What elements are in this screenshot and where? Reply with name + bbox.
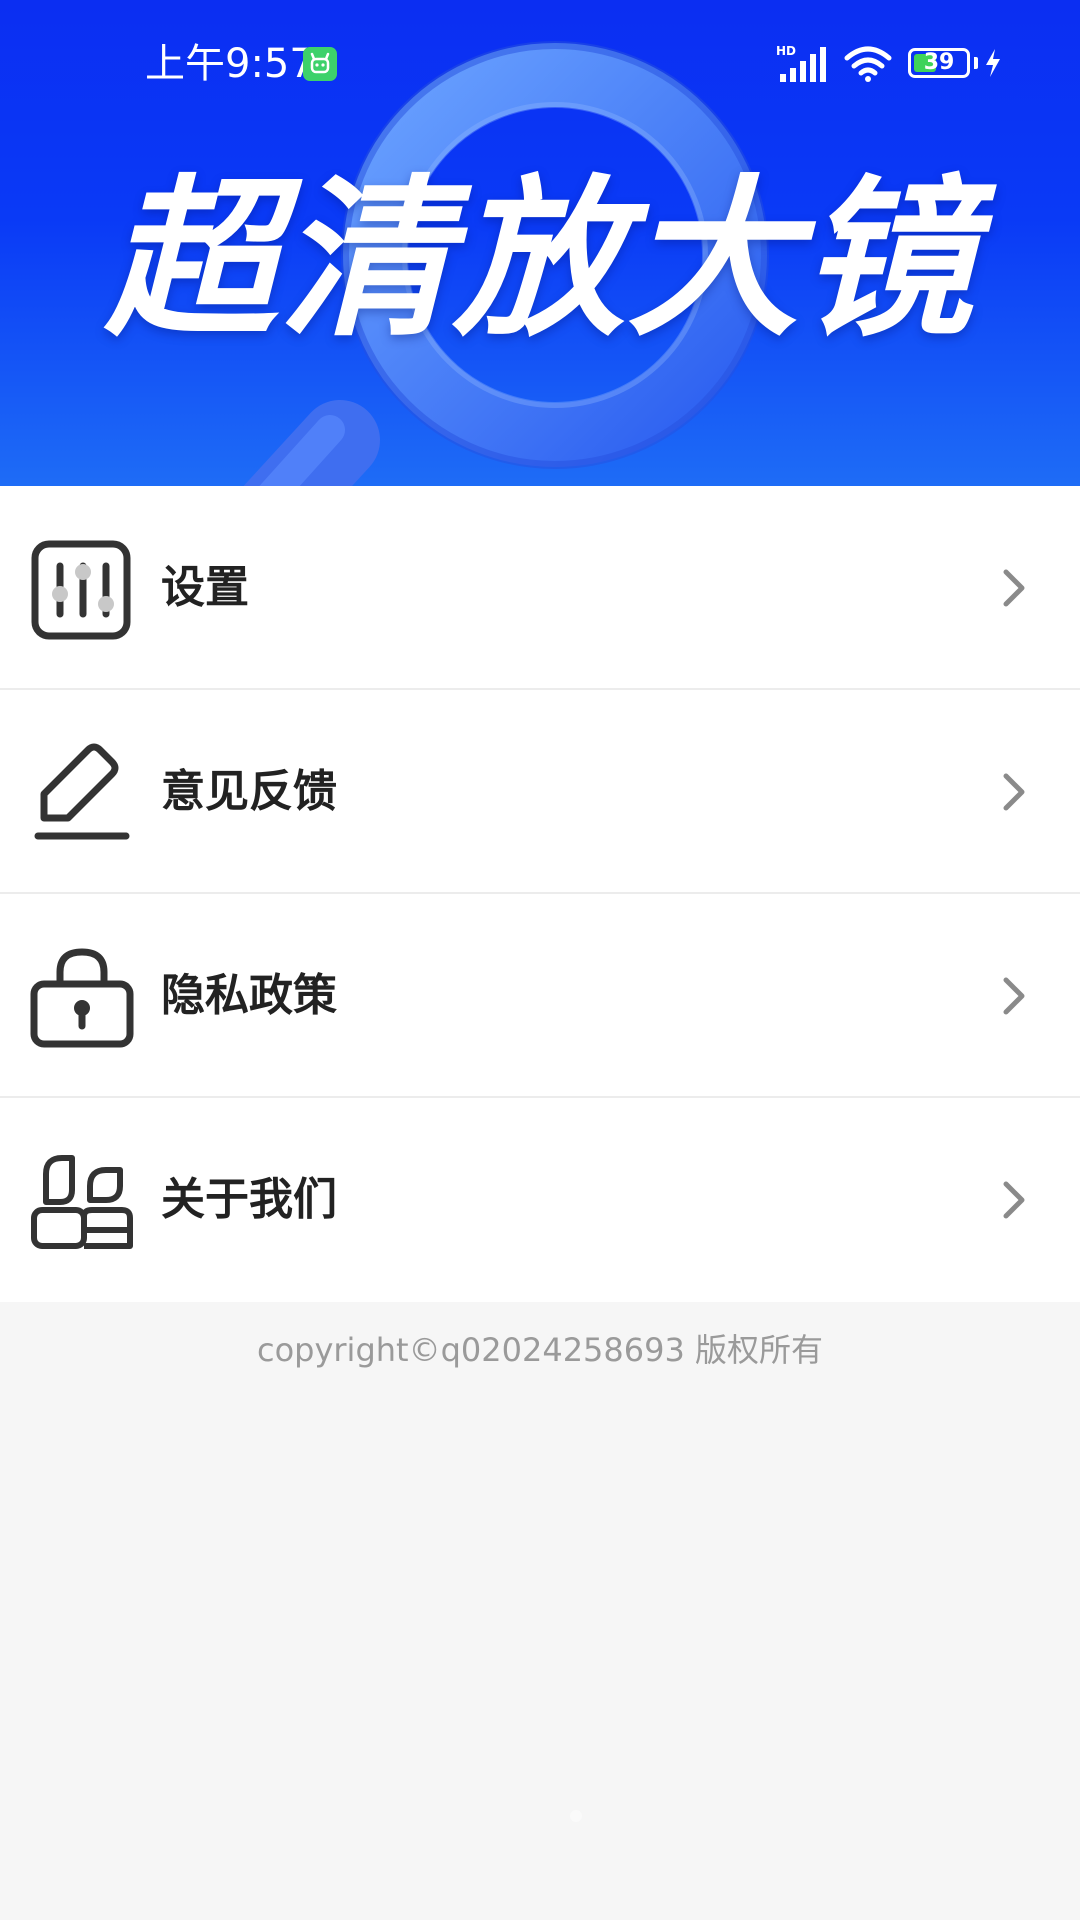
menu-item-about[interactable]: 关于我们 bbox=[0, 1098, 1080, 1302]
lock-icon bbox=[30, 948, 134, 1048]
menu-label-about: 关于我们 bbox=[161, 1174, 337, 1225]
copyright-text: copyright©q02024258693 版权所有 bbox=[256, 1331, 824, 1369]
battery-icon: 39 bbox=[908, 48, 970, 78]
chevron-right-icon bbox=[1003, 569, 1025, 607]
signal-icon: HD bbox=[776, 44, 830, 84]
screen: 超清放大镜 上午9:57 HD 39 设置 意见反馈 隐私政策 关于我们 cop… bbox=[0, 0, 1080, 1920]
network-type-label: HD bbox=[776, 44, 796, 58]
charging-icon bbox=[984, 48, 1002, 78]
menu-label-settings: 设置 bbox=[161, 562, 249, 613]
settings-sliders-icon bbox=[31, 540, 131, 640]
menu-item-privacy[interactable]: 隐私政策 bbox=[0, 894, 1080, 1098]
banner-title: 超清放大镜 bbox=[105, 159, 975, 360]
battery-cap bbox=[974, 57, 978, 69]
menu-label-privacy: 隐私政策 bbox=[161, 970, 337, 1021]
menu-label-feedback: 意见反馈 bbox=[161, 766, 337, 817]
menu-item-feedback[interactable]: 意见反馈 bbox=[0, 690, 1080, 894]
chevron-right-icon bbox=[1003, 977, 1025, 1015]
menu-list: 设置 意见反馈 隐私政策 关于我们 bbox=[0, 486, 1080, 1302]
chevron-right-icon bbox=[1003, 1181, 1025, 1219]
status-bar: 上午9:57 HD 39 bbox=[0, 0, 1080, 128]
battery-percent: 39 bbox=[923, 50, 955, 75]
chevron-right-icon bbox=[1003, 773, 1025, 811]
people-icon bbox=[31, 1155, 133, 1249]
pen-edit-icon bbox=[34, 743, 130, 840]
notification-app-icon bbox=[303, 47, 337, 81]
home-indicator bbox=[570, 1810, 582, 1822]
status-time: 上午9:57 bbox=[145, 41, 315, 87]
wifi-icon bbox=[844, 46, 892, 82]
menu-item-settings[interactable]: 设置 bbox=[0, 486, 1080, 690]
